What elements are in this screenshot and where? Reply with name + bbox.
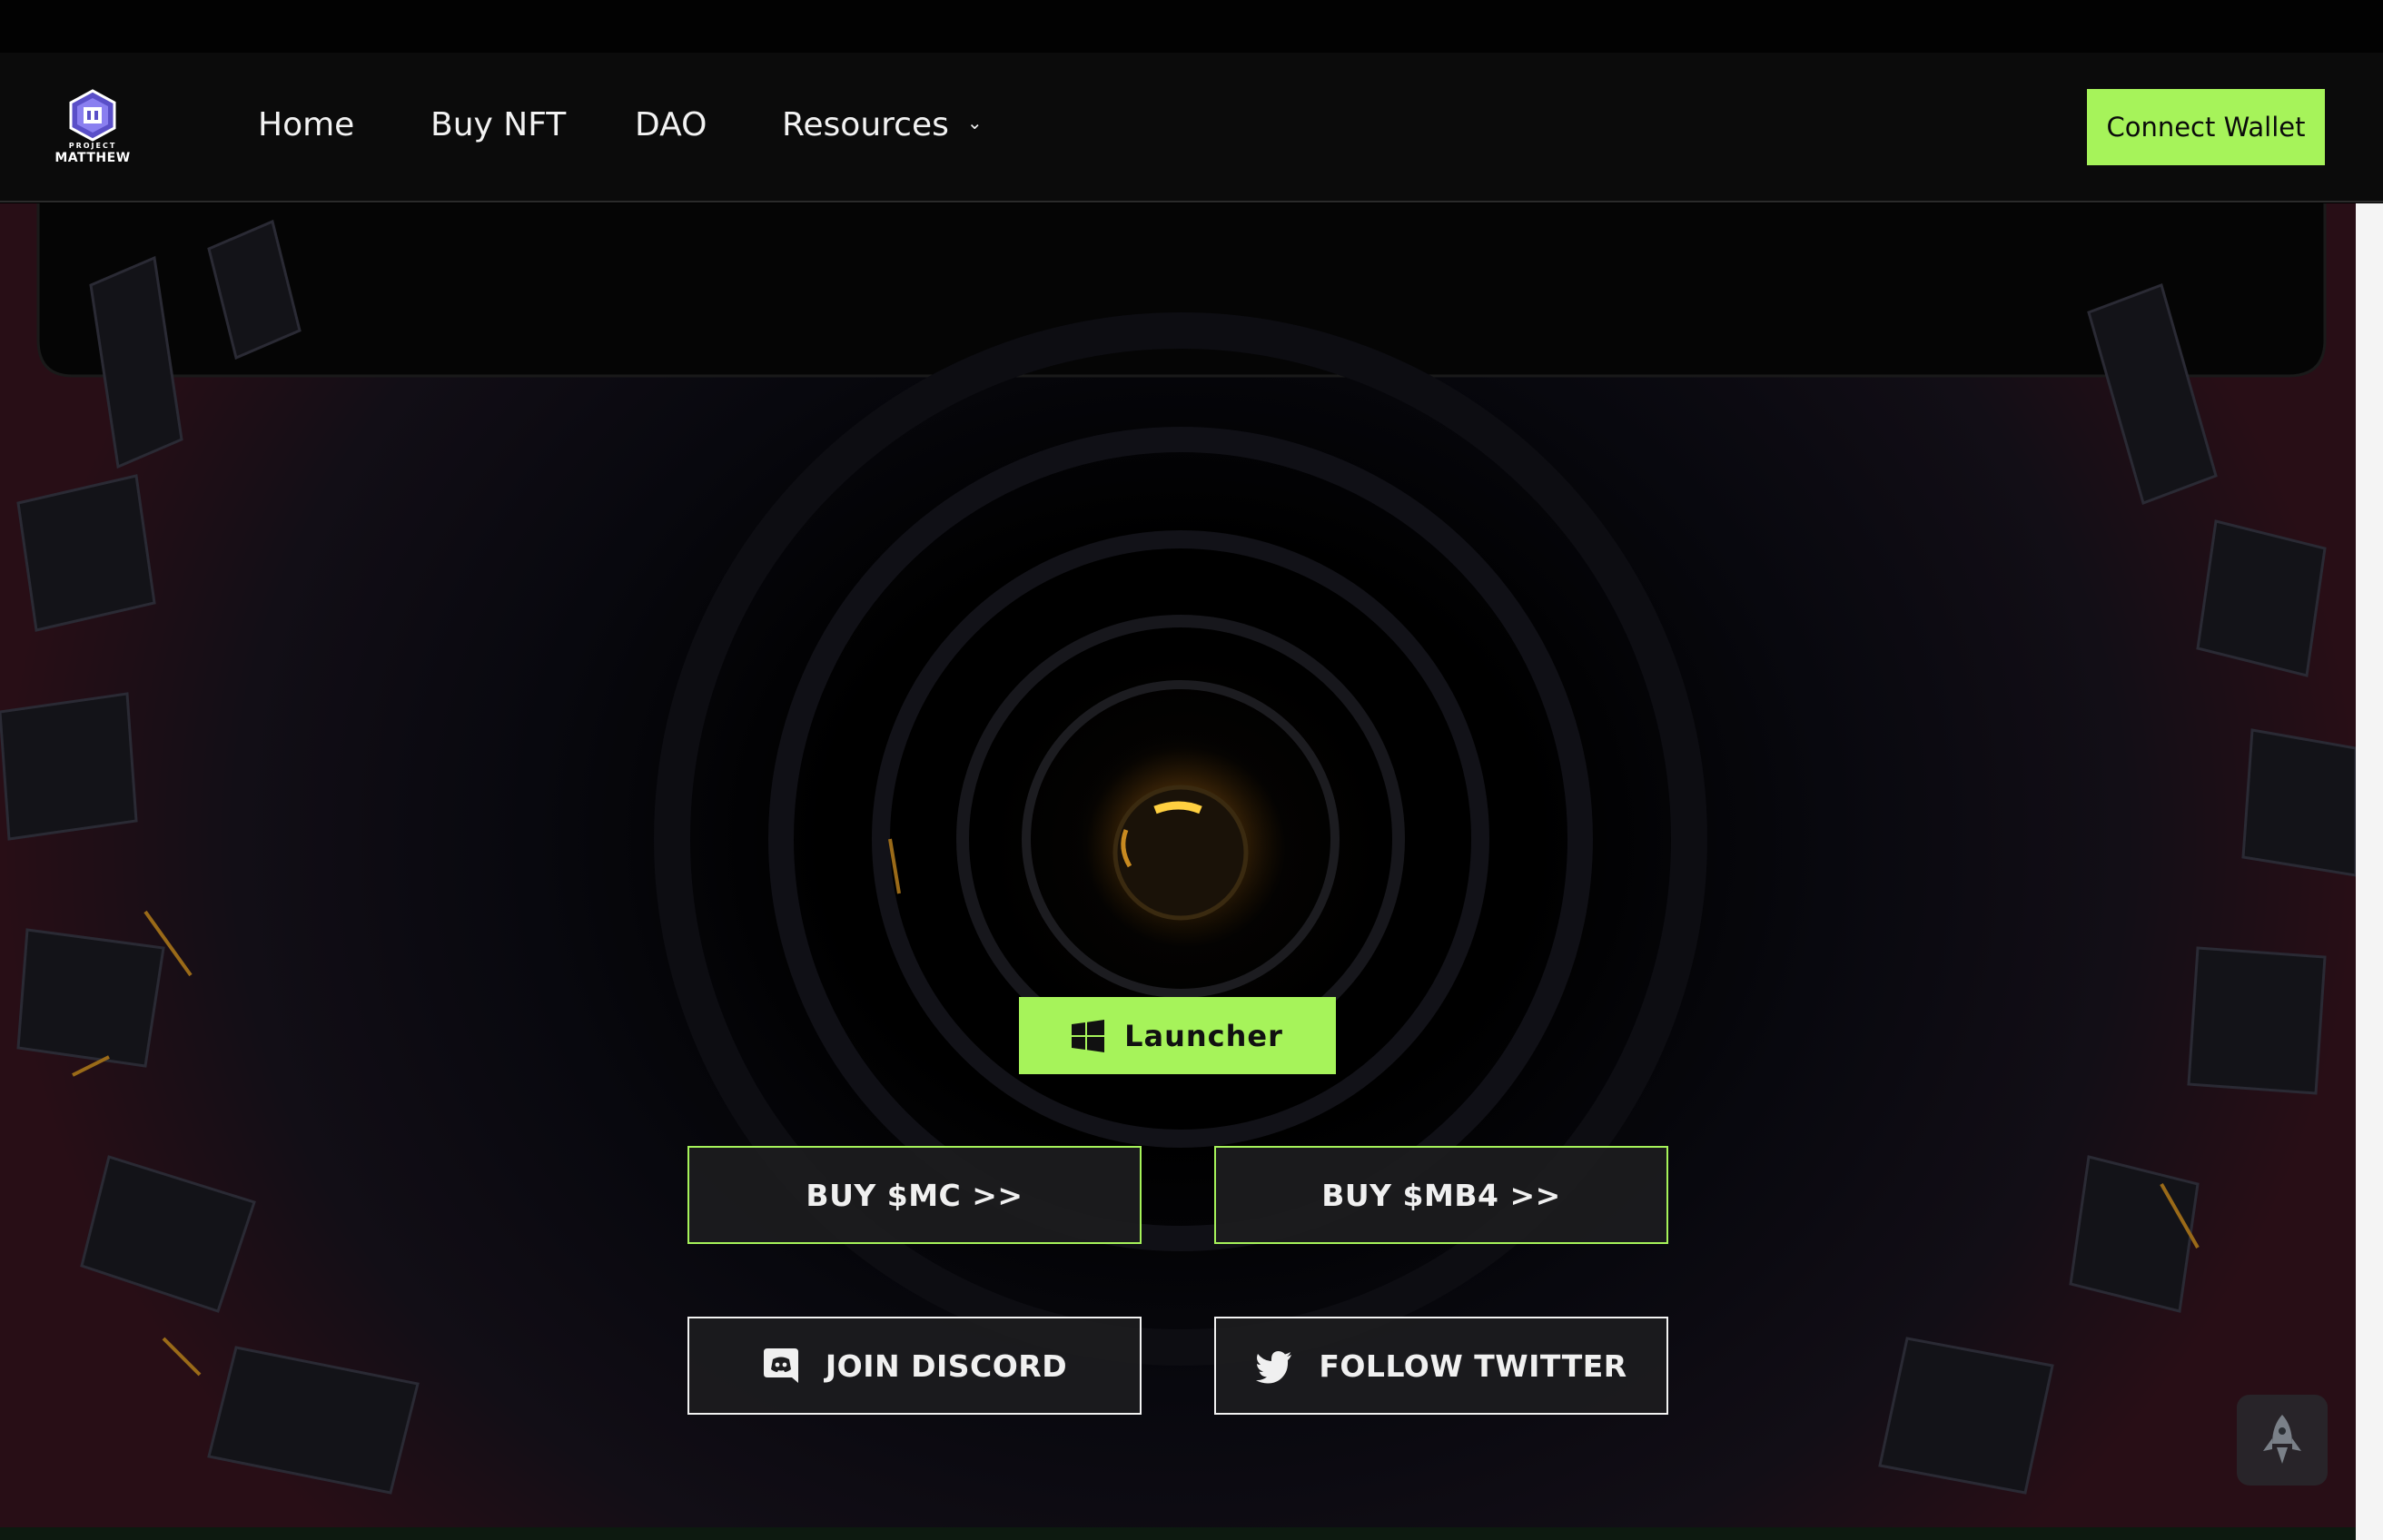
follow-twitter-label: FOLLOW TWITTER [1319,1348,1627,1384]
scroll-to-top-button[interactable] [2237,1395,2328,1486]
hero-background-art [0,203,2356,1495]
join-discord-label: JOIN DISCORD [825,1348,1068,1384]
join-discord-button[interactable]: JOIN DISCORD [687,1317,1142,1415]
navbar: PROJECT MATTHEW Home Buy NFT DAO Resourc… [0,53,2383,202]
nav-resources-label: Resources [782,106,949,143]
logo-text-project: PROJECT [68,142,117,150]
follow-twitter-button[interactable]: FOLLOW TWITTER [1214,1317,1668,1415]
nav-home-link[interactable]: Home [258,103,354,148]
hero-section: Launcher BUY $MC >> BUY $MB4 >> JOIN DIS… [0,203,2356,1527]
buy-mb4-button[interactable]: BUY $MB4 >> [1214,1146,1668,1244]
windows-icon [1072,1019,1105,1052]
chevron-down-icon: ⌄ [966,112,983,133]
logo-text-matthew: MATTHEW [54,151,131,165]
scrollbar-track[interactable] [2356,203,2383,1540]
top-strip [0,0,2383,53]
bottom-strip [0,1527,2356,1540]
buy-mc-button[interactable]: BUY $MC >> [687,1146,1142,1244]
rocket-icon [2263,1415,2301,1464]
nav-buy-nft-link[interactable]: Buy NFT [430,103,566,148]
launcher-button[interactable]: Launcher [1019,997,1336,1074]
twitter-icon [1256,1351,1292,1384]
nav-dao-link[interactable]: DAO [635,103,707,148]
project-matthew-logo[interactable]: PROJECT MATTHEW [51,87,134,171]
launcher-label: Launcher [1124,1018,1283,1053]
discord-icon [763,1348,798,1383]
nav-resources-dropdown[interactable]: Resources ⌄ [782,103,983,148]
connect-wallet-button[interactable]: Connect Wallet [2087,89,2325,165]
